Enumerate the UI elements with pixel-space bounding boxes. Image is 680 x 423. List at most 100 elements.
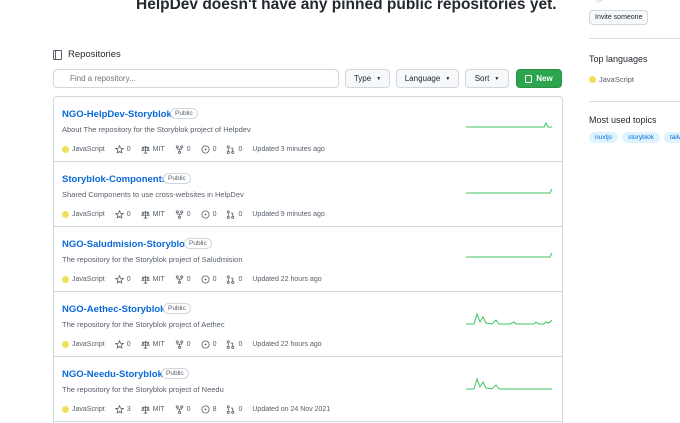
repository-name-link[interactable]: NGO-HelpDev-Storyblok — [62, 109, 172, 120]
topics-list: nuxtjs storyblok tailwindcss — [589, 132, 680, 143]
topic-tag[interactable]: storyblok — [621, 132, 660, 143]
divider — [589, 101, 680, 102]
language: JavaScript — [62, 276, 105, 283]
pulls-link[interactable]: 0 — [226, 340, 242, 349]
most-used-topics-title: Most used topics — [589, 115, 657, 125]
top-language-item[interactable]: JavaScript — [589, 75, 634, 84]
sort-label: Sort — [474, 74, 490, 83]
issues-link[interactable]: 8 — [201, 405, 217, 414]
license: MIT — [140, 275, 165, 284]
stars-link[interactable]: 0 — [114, 275, 131, 284]
fork-icon — [175, 405, 183, 414]
new-repository-button[interactable]: New — [516, 69, 562, 88]
visibility-badge: Public — [163, 173, 191, 184]
repository-name-link[interactable]: Storyblok-Components — [62, 174, 167, 185]
law-icon — [140, 210, 150, 219]
language: JavaScript — [62, 406, 105, 413]
license-label: MIT — [152, 276, 165, 283]
pull-request-icon — [227, 210, 235, 219]
pulls-link[interactable]: 0 — [226, 145, 242, 154]
top-languages-title: Top languages — [589, 54, 648, 64]
issues-count: 0 — [212, 276, 217, 283]
issues-count: 8 — [212, 406, 217, 413]
forks-count: 0 — [186, 211, 191, 218]
pulls-link[interactable]: 0 — [226, 275, 242, 284]
topic-tag[interactable]: nuxtjs — [589, 132, 618, 143]
issue-icon — [201, 340, 210, 349]
visibility-badge: Public — [170, 108, 198, 119]
stars-link[interactable]: 0 — [114, 340, 131, 349]
law-icon — [140, 340, 150, 349]
pulls-link[interactable]: 0 — [226, 210, 242, 219]
pull-request-icon — [227, 405, 235, 414]
license-label: MIT — [152, 341, 165, 348]
issues-link[interactable]: 0 — [201, 145, 217, 154]
repository-description: The repository for the Storyblok project… — [62, 385, 224, 394]
find-repository-input[interactable] — [53, 69, 339, 88]
forks-count: 0 — [186, 146, 191, 153]
pull-request-icon — [227, 275, 235, 284]
stars-link[interactable]: 3 — [114, 405, 131, 414]
new-button-label: New — [536, 74, 553, 83]
repository-description: Shared Components to use cross-websites … — [62, 190, 244, 199]
language: JavaScript — [62, 146, 105, 153]
forks-link[interactable]: 0 — [175, 275, 191, 284]
repository-meta: JavaScript 0 MIT 0 0 0 Updated 22 hours … — [62, 340, 322, 349]
law-icon — [140, 145, 150, 154]
repository-description: The repository for the Storyblok project… — [62, 255, 243, 264]
caret-down-icon: ▼ — [376, 75, 382, 82]
star-icon — [114, 145, 124, 154]
stars-count: 0 — [126, 211, 131, 218]
repository-item: NGO-Aethec-Storyblok Public The reposito… — [54, 292, 562, 357]
repository-description: About The repository for the Storyblok p… — [62, 125, 251, 134]
topic-tag[interactable]: tailwindcss — [664, 132, 680, 143]
activity-graph — [466, 121, 552, 128]
license: MIT — [140, 340, 165, 349]
issues-link[interactable]: 0 — [201, 340, 216, 349]
issue-icon — [201, 405, 210, 414]
license: MIT — [140, 405, 165, 414]
language-color-dot — [62, 146, 69, 153]
repository-name-link[interactable]: NGO-Saludmision-Storyblok — [62, 239, 190, 250]
stars-count: 0 — [126, 276, 131, 283]
sort-button[interactable]: Sort ▼ — [465, 69, 509, 88]
repository-meta: JavaScript 0 MIT 0 0 0 Updated 9 minutes… — [62, 210, 325, 219]
pulls-link[interactable]: 0 — [226, 405, 242, 414]
star-icon — [114, 275, 124, 284]
forks-link[interactable]: 0 — [175, 405, 191, 414]
language-color-dot — [62, 276, 69, 283]
activity-graph — [466, 252, 553, 258]
updated-time: Updated 9 minutes ago — [252, 211, 325, 218]
invite-someone-button[interactable]: Invite someone — [589, 10, 649, 25]
org-sidebar: Invite someone Top languages JavaScript … — [589, 0, 680, 423]
fork-icon — [175, 145, 183, 154]
fork-icon — [175, 210, 183, 219]
language-color-dot — [62, 341, 69, 348]
issues-count: 0 — [212, 211, 217, 218]
stars-link[interactable]: 0 — [114, 145, 131, 154]
repo-icon — [53, 49, 62, 60]
language-label: JavaScript — [72, 146, 105, 153]
language-filter-label: Language — [404, 74, 441, 83]
language-filter-button[interactable]: Language ▼ — [396, 69, 459, 88]
updated-time: Updated on 24 Nov 2021 — [252, 406, 331, 413]
forks-link[interactable]: 0 — [175, 340, 191, 349]
activity-graph — [466, 377, 552, 390]
star-icon — [114, 210, 124, 219]
activity-graph — [466, 188, 553, 194]
issues-link[interactable]: 0 — [201, 210, 217, 219]
stars-link[interactable]: 0 — [114, 210, 131, 219]
forks-link[interactable]: 0 — [175, 145, 191, 154]
type-filter-button[interactable]: Type ▼ — [345, 69, 390, 88]
avatar[interactable] — [595, 0, 603, 2]
repository-name-link[interactable]: NGO-Needu-Storyblok — [62, 369, 163, 380]
forks-link[interactable]: 0 — [175, 210, 191, 219]
repository-name-link[interactable]: NGO-Aethec-Storyblok — [62, 304, 165, 315]
repository-item: NGO-HelpDev-Storyblok Public About The r… — [54, 97, 562, 162]
pulls-count: 0 — [238, 211, 243, 218]
issues-count: 0 — [212, 146, 217, 153]
star-icon — [114, 340, 124, 349]
issues-link[interactable]: 0 — [201, 275, 217, 284]
activity-graph — [466, 312, 553, 325]
license: MIT — [140, 145, 165, 154]
